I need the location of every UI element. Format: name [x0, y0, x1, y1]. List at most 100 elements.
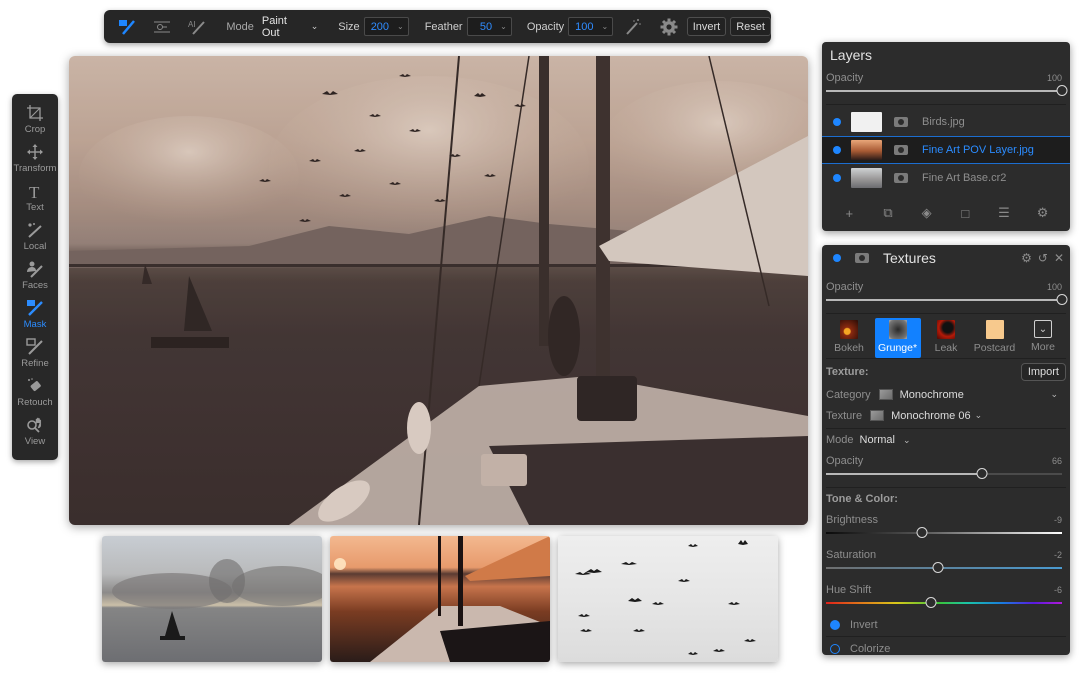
preset-bokeh[interactable]: Bokeh	[826, 318, 872, 358]
close-icon[interactable]: ✕	[1054, 251, 1064, 265]
opacity-label: Opacity	[526, 20, 565, 33]
new-document-icon[interactable]: □	[955, 206, 975, 221]
preset-thumbnail	[840, 320, 858, 339]
slider-knob[interactable]	[925, 597, 937, 608]
invert-toggle[interactable]: Invert	[822, 614, 1070, 636]
size-label: Size	[338, 20, 360, 33]
settings-button[interactable]	[658, 16, 681, 38]
preset-label: Postcard	[973, 342, 1016, 354]
visibility-dot-icon[interactable]	[833, 174, 841, 182]
mask-line-tool[interactable]	[151, 16, 174, 38]
layer-mask-icon[interactable]	[894, 173, 908, 183]
brightness-slider[interactable]: Brightness -9	[822, 510, 1070, 545]
tool-retouch[interactable]: Retouch	[12, 377, 58, 416]
thumbnail-pov-image[interactable]	[330, 536, 550, 662]
slider-knob[interactable]	[916, 527, 928, 538]
layer-thumbnail	[851, 140, 882, 160]
texture-heading: Texture:	[826, 366, 869, 378]
visibility-dot-icon[interactable]	[833, 118, 841, 126]
blend-mode-dropdown[interactable]: Mode Normal ⌄	[822, 429, 1070, 451]
layer-settings-gear-icon[interactable]: ⚙	[1033, 205, 1053, 221]
layer-actions-bar: + ⧉ ◈ □ ☰ ⚙	[822, 195, 1070, 231]
preset-postcard[interactable]: Postcard	[972, 318, 1018, 358]
slider-track[interactable]	[826, 294, 1068, 305]
preset-thumbnail	[985, 320, 1004, 339]
import-button[interactable]: Import	[1020, 363, 1066, 381]
tone-heading-row: Tone & Color:	[822, 488, 1070, 510]
main-canvas-image[interactable]	[69, 56, 808, 525]
preset-label: Grunge*	[877, 342, 918, 354]
local-brush-icon	[28, 223, 42, 238]
duplicate-layer-icon[interactable]: ⧉	[878, 205, 898, 221]
add-layer-icon[interactable]: +	[839, 206, 859, 221]
slider-track[interactable]	[826, 562, 1062, 573]
chevron-down-icon: ⌄	[310, 21, 319, 31]
preset-leak[interactable]: Leak	[923, 318, 969, 358]
colorize-toggle[interactable]: Colorize	[822, 637, 1070, 661]
thumbnail-base-image[interactable]	[102, 536, 322, 662]
layer-mask-icon[interactable]	[894, 117, 908, 127]
visibility-dot-icon[interactable]	[833, 146, 841, 154]
magic-brush-button[interactable]	[621, 16, 644, 38]
slider-knob[interactable]	[1056, 294, 1068, 305]
texture-dropdown[interactable]: Texture Monochrome 06 ⌄	[822, 405, 1070, 426]
crop-icon	[27, 105, 43, 121]
preset-more[interactable]: ⌄ More	[1020, 318, 1066, 358]
tool-crop[interactable]: Crop	[12, 104, 58, 143]
slider-track[interactable]	[826, 527, 1062, 538]
ai-brush-icon: AI	[188, 20, 205, 35]
texture-opacity-slider[interactable]: Opacity 100	[822, 277, 1070, 313]
mode-dropdown[interactable]: Paint Out ⌄	[262, 15, 318, 39]
thumbnail-birds-image[interactable]	[558, 536, 778, 662]
textures-header: Textures ⚙ ↺ ✕	[822, 245, 1070, 271]
tool-label: Mask	[23, 319, 47, 330]
tool-mask[interactable]: Mask	[12, 299, 58, 338]
svg-text:AI: AI	[188, 20, 196, 29]
mode-value: Normal	[859, 434, 895, 446]
invert-button[interactable]: Invert	[686, 17, 727, 36]
tool-strip: Crop Transform T Text Local Faces Mask R…	[12, 94, 58, 460]
mask-toolbar: AI Mode Paint Out ⌄ Size 200 ⌄ Feather 5…	[104, 10, 771, 43]
layer-row-birds[interactable]: Birds.jpg	[822, 108, 1070, 136]
tool-label: View	[24, 436, 46, 447]
layer-thumbnail	[851, 168, 882, 188]
category-swatch	[878, 389, 893, 400]
filter-enabled-dot-icon[interactable]	[833, 254, 841, 262]
mask-brush-tool[interactable]	[116, 16, 139, 38]
reset-button[interactable]: Reset	[730, 17, 771, 36]
hue-shift-slider[interactable]: Hue Shift -6	[822, 580, 1070, 614]
slider-knob[interactable]	[1056, 85, 1068, 96]
tool-faces[interactable]: Faces	[12, 260, 58, 299]
tool-refine[interactable]: Refine	[12, 338, 58, 377]
texture-opacity2-slider[interactable]: Opacity 66	[822, 451, 1070, 487]
reset-undo-icon[interactable]: ↺	[1038, 251, 1048, 265]
opacity-dropdown[interactable]: 100 ⌄	[568, 17, 614, 36]
layer-row-fine-art-pov[interactable]: Fine Art POV Layer.jpg	[822, 136, 1070, 164]
fill-layer-icon[interactable]: ◈	[917, 205, 937, 221]
feather-dropdown[interactable]: 50 ⌄	[466, 17, 512, 36]
tool-text[interactable]: T Text	[12, 182, 58, 221]
filter-mask-icon[interactable]	[855, 253, 869, 263]
slider-track[interactable]	[826, 468, 1062, 479]
view-zoom-hand-icon	[27, 417, 41, 433]
preset-grunge[interactable]: Grunge*	[874, 318, 921, 358]
slider-track[interactable]	[826, 85, 1068, 96]
tool-local[interactable]: Local	[12, 221, 58, 260]
layers-opacity-slider[interactable]: Opacity 100	[822, 68, 1070, 104]
tool-transform[interactable]: Transform	[12, 143, 58, 182]
layer-row-fine-art-base[interactable]: Fine Art Base.cr2	[822, 164, 1070, 192]
size-dropdown[interactable]: 200 ⌄	[363, 17, 409, 36]
ai-mask-tool[interactable]: AI	[186, 16, 209, 38]
layer-mask-icon[interactable]	[894, 145, 908, 155]
tool-label: Faces	[22, 280, 48, 291]
slider-knob[interactable]	[976, 468, 988, 479]
preset-label: Bokeh	[834, 342, 864, 354]
slider-value: -9	[1053, 515, 1062, 525]
tool-view[interactable]: View	[12, 416, 58, 455]
slider-track[interactable]	[826, 597, 1062, 608]
saturation-slider[interactable]: Saturation -2	[822, 545, 1070, 580]
category-dropdown[interactable]: Category Monochrome ⌄	[822, 384, 1070, 405]
layers-stack-icon[interactable]: ☰	[994, 205, 1014, 221]
filter-settings-gear-icon[interactable]: ⚙	[1021, 251, 1032, 265]
slider-knob[interactable]	[932, 562, 944, 573]
